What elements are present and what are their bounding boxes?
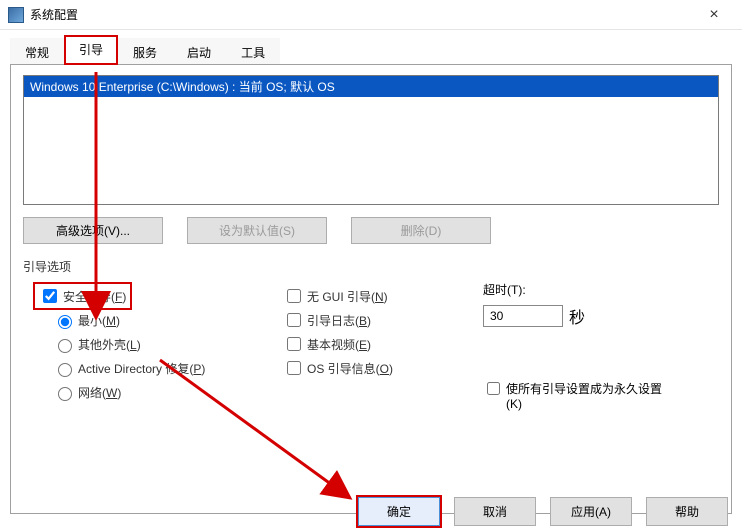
timeout-unit: 秒: [569, 304, 585, 328]
os-buttons-row: 高级选项(V)... 设为默认值(S) 删除(D): [23, 217, 719, 244]
radio-altshell[interactable]: [58, 339, 72, 353]
dialog-buttons: 确定 取消 应用(A) 帮助: [358, 497, 728, 526]
check-osinfo-row: OS 引导信息(O): [283, 359, 483, 377]
tab-startup[interactable]: 启动: [172, 38, 226, 65]
check-osinfo[interactable]: [287, 361, 301, 375]
permanent-label: 使所有引导设置成为永久设置 (K): [506, 380, 662, 411]
set-default-button: 设为默认值(S): [187, 217, 327, 244]
radio-network-label: 网络(W): [78, 384, 121, 401]
window-title: 系统配置: [30, 6, 78, 23]
radio-adrepair-row: Active Directory 修复(P): [53, 359, 273, 377]
boot-options-label: 引导选项: [23, 258, 719, 275]
check-nogui[interactable]: [287, 289, 301, 303]
radio-adrepair[interactable]: [58, 363, 72, 377]
radio-network[interactable]: [58, 387, 72, 401]
radio-network-row: 网络(W): [53, 383, 273, 401]
os-list-item[interactable]: Windows 10 Enterprise (C:\Windows) : 当前 …: [24, 76, 718, 97]
boot-left-col: 安全引导(F) 最小(M) 其他外壳(L) Active Directory 修…: [23, 281, 273, 411]
check-nogui-label: 无 GUI 引导(N): [307, 288, 388, 305]
title-bar: 系统配置 ×: [0, 0, 742, 30]
radio-minimal-row: 最小(M): [53, 311, 273, 329]
apply-button[interactable]: 应用(A): [550, 497, 632, 526]
permanent-checkbox[interactable]: [487, 382, 500, 395]
boot-options-area: 安全引导(F) 最小(M) 其他外壳(L) Active Directory 修…: [23, 281, 719, 411]
tab-strip: 常规 引导 服务 启动 工具: [0, 36, 742, 64]
os-list[interactable]: Windows 10 Enterprise (C:\Windows) : 当前 …: [23, 75, 719, 205]
check-bootlog-label: 引导日志(B): [307, 312, 371, 329]
radio-altshell-row: 其他外壳(L): [53, 335, 273, 353]
advanced-options-button[interactable]: 高级选项(V)...: [23, 217, 163, 244]
safe-boot-row: 安全引导(F): [33, 287, 273, 305]
tab-boot[interactable]: 引导: [64, 35, 118, 65]
radio-altshell-label: 其他外壳(L): [78, 336, 141, 353]
radio-minimal[interactable]: [58, 315, 72, 329]
radio-minimal-label: 最小(M): [78, 312, 120, 329]
cancel-button[interactable]: 取消: [454, 497, 536, 526]
boot-mid-col: 无 GUI 引导(N) 引导日志(B) 基本视频(E) OS 引导信息(O): [273, 281, 483, 411]
close-icon[interactable]: ×: [694, 6, 734, 24]
permanent-row: 使所有引导设置成为永久设置 (K): [483, 380, 719, 411]
check-bootlog-row: 引导日志(B): [283, 311, 483, 329]
msconfig-icon: [8, 7, 24, 23]
check-basevideo-row: 基本视频(E): [283, 335, 483, 353]
check-nogui-row: 无 GUI 引导(N): [283, 287, 483, 305]
safe-boot-highlight: 安全引导(F): [33, 282, 132, 310]
tab-services[interactable]: 服务: [118, 38, 172, 65]
radio-adrepair-label: Active Directory 修复(P): [78, 360, 205, 377]
check-basevideo-label: 基本视频(E): [307, 336, 371, 353]
delete-button: 删除(D): [351, 217, 491, 244]
check-osinfo-label: OS 引导信息(O): [307, 360, 393, 377]
boot-right-col: 超时(T): 秒 使所有引导设置成为永久设置 (K): [483, 281, 719, 411]
tab-tools[interactable]: 工具: [226, 38, 280, 65]
check-basevideo[interactable]: [287, 337, 301, 351]
ok-button[interactable]: 确定: [358, 497, 440, 526]
timeout-row: 秒: [483, 304, 719, 328]
check-bootlog[interactable]: [287, 313, 301, 327]
help-button[interactable]: 帮助: [646, 497, 728, 526]
tab-general[interactable]: 常规: [10, 38, 64, 65]
timeout-label: 超时(T):: [483, 281, 719, 298]
boot-tab-panel: Windows 10 Enterprise (C:\Windows) : 当前 …: [10, 64, 732, 514]
timeout-input[interactable]: [483, 305, 563, 327]
safe-boot-checkbox[interactable]: [43, 289, 57, 303]
safe-boot-label: 安全引导(F): [63, 288, 126, 305]
